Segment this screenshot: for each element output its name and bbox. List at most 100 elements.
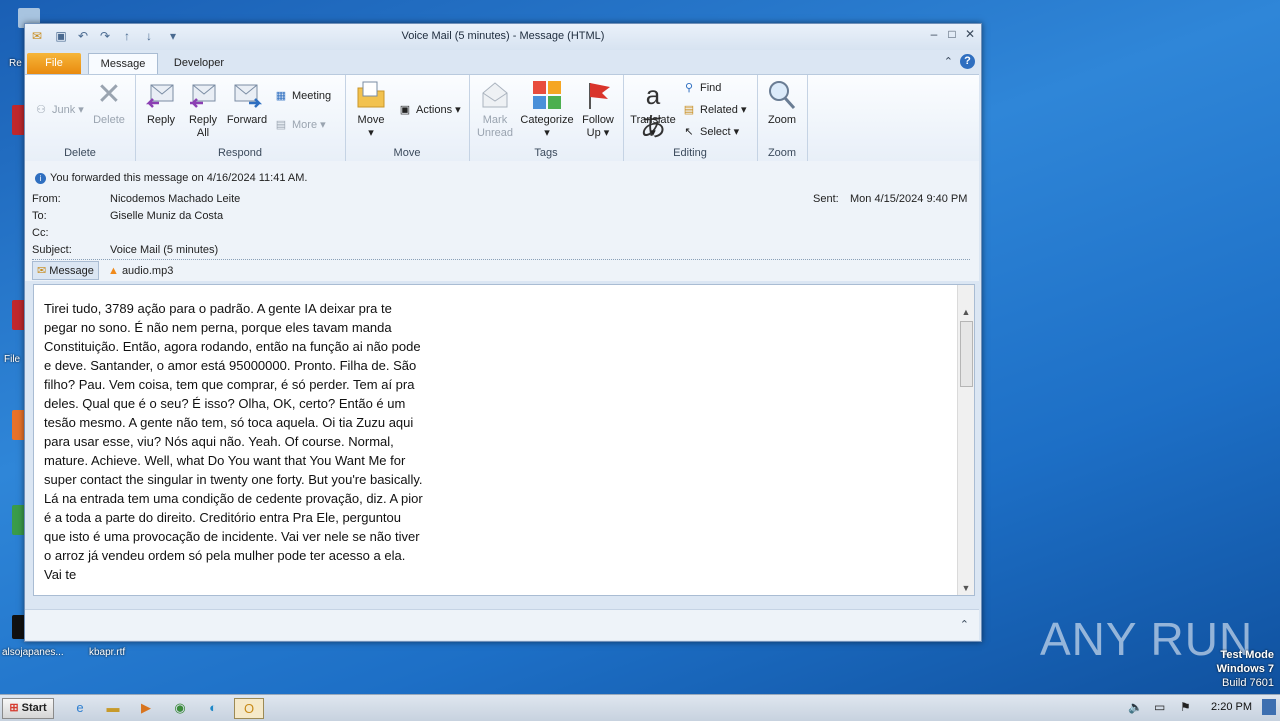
- windows-logo-icon: ⊞: [9, 702, 19, 714]
- delete-x-icon: ✕: [96, 78, 122, 111]
- info-icon: i: [35, 173, 46, 184]
- message-header: i You forwarded this message on 4/16/2024…: [25, 161, 979, 281]
- zoom-group: Zoom Zoom: [757, 75, 808, 161]
- sent-value: Mon 4/15/2024 9:40 PM: [850, 193, 968, 205]
- tray-flag-icon[interactable]: ⚑: [1180, 700, 1191, 714]
- tags-group: Mark Unread Categorize ▾ Follow Up ▾ Tags: [469, 75, 624, 161]
- zoom-button[interactable]: Zoom: [761, 79, 803, 127]
- categorize-button[interactable]: Categorize ▾: [519, 79, 575, 140]
- desktop-file-label-2[interactable]: kbapr.rtf: [89, 647, 125, 658]
- desktop-file-label-1[interactable]: alsojapanes...: [2, 647, 64, 658]
- binoculars-icon: ⚲: [684, 82, 694, 94]
- watermark-line-1: Test Mode: [1220, 649, 1274, 661]
- delete-group-label: Delete: [64, 147, 96, 159]
- follow-up-button[interactable]: Follow Up ▾: [577, 79, 619, 140]
- move-button[interactable]: Move ▾: [351, 79, 391, 140]
- desktop-label-file: File: [4, 354, 21, 365]
- related-button[interactable]: ▤ Related ▾: [681, 103, 747, 116]
- reply-all-button[interactable]: Reply All: [183, 79, 223, 140]
- taskbar-media-icon[interactable]: ▶: [134, 698, 158, 717]
- attachment-audio[interactable]: ▲ audio.mp3: [108, 265, 173, 277]
- editing-group-label: Editing: [673, 147, 707, 159]
- magnifier-icon: [769, 81, 796, 110]
- more-icon: ▤: [275, 119, 287, 131]
- meeting-button[interactable]: ▦ Meeting: [273, 89, 331, 102]
- move-folder-icon: [357, 81, 385, 108]
- tray-network-icon[interactable]: ▭: [1154, 700, 1165, 714]
- body-text: Tirei tudo, 3789 ação para o padrão. A g…: [44, 301, 423, 582]
- taskbar: ⊞ Start e ▬ ▶ ◉ ◐ O 🔈 ▭ ⚑ 2:20 PM: [0, 694, 1280, 721]
- subject-value: Voice Mail (5 minutes): [110, 244, 219, 256]
- taskbar-explorer-icon[interactable]: ▬: [101, 698, 125, 717]
- zoom-group-label: Zoom: [767, 147, 797, 159]
- expand-people-pane-icon[interactable]: ⌃: [960, 618, 969, 631]
- cursor-icon: ↖: [684, 126, 694, 138]
- taskbar-ie-icon[interactable]: e: [68, 698, 92, 717]
- watermark-line-2: Windows 7: [1216, 663, 1274, 675]
- vertical-scrollbar[interactable]: ▲ ▼: [957, 285, 974, 595]
- meeting-icon: ▦: [275, 90, 287, 102]
- envelope-icon: ✉: [37, 265, 47, 277]
- cc-label: Cc:: [32, 227, 49, 239]
- tab-message[interactable]: Message: [88, 53, 158, 75]
- related-icon: ▤: [683, 104, 695, 116]
- header-divider: [32, 259, 970, 260]
- more-button[interactable]: ▤ More ▾: [273, 118, 326, 131]
- ribbon-tabs: File Message Developer ⌃ ?: [25, 50, 981, 75]
- mark-unread-icon: [482, 82, 508, 108]
- minimize-button[interactable]: –: [927, 28, 941, 42]
- show-desktop-button[interactable]: [1262, 699, 1276, 715]
- vlc-cone-icon: ▲: [107, 265, 119, 277]
- translate-button[interactable]: aあ Translate ▾: [627, 79, 679, 142]
- taskbar-clock[interactable]: 2:20 PM: [1211, 701, 1252, 713]
- help-icon[interactable]: ?: [960, 54, 975, 69]
- respond-group: Reply Reply All Forward ▦ Meeting ▤ More ▾ …: [135, 75, 346, 161]
- maximize-button[interactable]: □: [945, 28, 959, 42]
- title-bar: ✉ ▣ ↶ ↷ ↑ ↓ ▾ Voice Mail (5 minutes) - M…: [25, 24, 981, 50]
- move-group: Move ▾ ▣ Actions ▾ Move: [345, 75, 470, 161]
- respond-group-label: Respond: [217, 147, 263, 159]
- desktop-label-re: Re: [9, 58, 22, 69]
- message-tab[interactable]: ✉ Message: [32, 261, 99, 280]
- ribbon: ⚇ Junk ▾ ✕ Delete Delete Reply Reply All F…: [25, 74, 979, 162]
- tab-file[interactable]: File: [27, 53, 81, 74]
- find-button[interactable]: ⚲ Find: [681, 81, 721, 94]
- info-bar: i You forwarded this message on 4/16/2024…: [35, 172, 307, 184]
- attachment-bar: ✉ Message ▲ audio.mp3: [32, 261, 173, 280]
- message-body[interactable]: Tirei tudo, 3789 ação para o padrão. A g…: [33, 284, 975, 596]
- forward-icon: [234, 84, 263, 108]
- tags-group-label: Tags: [534, 147, 558, 159]
- start-button[interactable]: ⊞ Start: [2, 698, 54, 719]
- from-value[interactable]: Nicodemos Machado Leite: [110, 193, 240, 205]
- tab-developer[interactable]: Developer: [161, 53, 237, 74]
- from-label: From:: [32, 193, 61, 205]
- delete-button[interactable]: ✕ Delete: [89, 79, 129, 127]
- mark-unread-button[interactable]: Mark Unread: [473, 79, 517, 140]
- editing-group: aあ Translate ▾ ⚲ Find ▤ Related ▾ ↖ Select ▾…: [623, 75, 758, 161]
- tray-volume-icon[interactable]: 🔈: [1128, 700, 1143, 714]
- os-watermark: Test Mode Windows 7 Build 7601: [1217, 648, 1274, 690]
- scroll-down-arrow[interactable]: ▼: [958, 583, 974, 593]
- taskbar-chrome-icon[interactable]: ◉: [168, 698, 192, 717]
- close-button[interactable]: ✕: [963, 28, 977, 42]
- junk-button[interactable]: ⚇ Junk ▾: [33, 103, 84, 116]
- message-window: ✉ ▣ ↶ ↷ ↑ ↓ ▾ Voice Mail (5 minutes) - M…: [24, 23, 982, 642]
- taskbar-edge-icon[interactable]: ◐: [201, 698, 225, 717]
- actions-button[interactable]: ▣ Actions ▾: [397, 103, 461, 116]
- scroll-up-arrow[interactable]: ▲: [958, 307, 974, 317]
- reply-all-icon: [189, 84, 216, 108]
- reply-button[interactable]: Reply: [141, 79, 181, 127]
- taskbar-outlook-icon[interactable]: O: [234, 698, 264, 719]
- move-group-label: Move: [393, 147, 421, 159]
- people-pane-bar: ⌃: [25, 609, 979, 640]
- collapse-ribbon-icon[interactable]: ⌃: [944, 55, 953, 68]
- scroll-thumb[interactable]: [960, 321, 973, 387]
- flag-icon: [589, 83, 610, 109]
- to-value[interactable]: Giselle Muniz da Costa: [110, 210, 223, 222]
- junk-icon: ⚇: [36, 104, 46, 116]
- forward-button[interactable]: Forward: [225, 79, 269, 127]
- select-button[interactable]: ↖ Select ▾: [681, 125, 739, 138]
- sent-label: Sent:: [813, 193, 839, 205]
- categorize-icon: [533, 81, 561, 109]
- subject-label: Subject:: [32, 244, 72, 256]
